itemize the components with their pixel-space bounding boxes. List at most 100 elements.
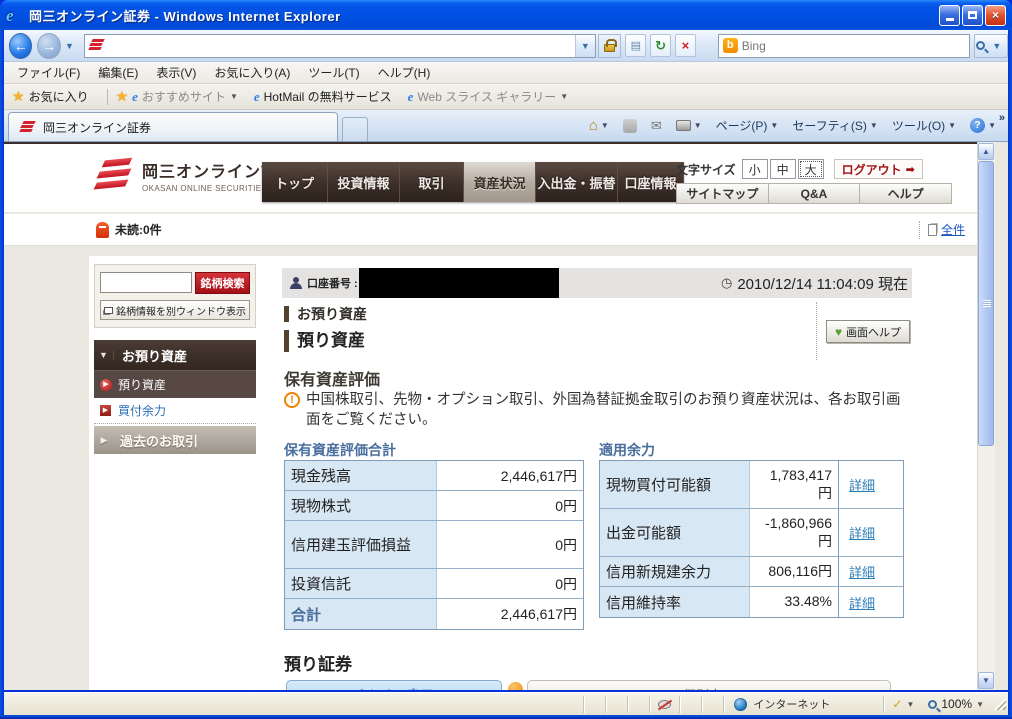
account-number-label: 口座番号 :: [307, 278, 358, 290]
notice-text: 中国株取引、先物・オプション取引、外国為替証拠金取引のお預り資産状況は、各お取引…: [306, 392, 901, 428]
nav-invest-info[interactable]: 投資情報: [328, 162, 400, 202]
qa-button[interactable]: Q&A: [769, 184, 861, 203]
close-button[interactable]: ×: [985, 4, 1006, 26]
help-button[interactable]: ヘルプ: [860, 184, 951, 203]
scroll-up-button[interactable]: ▲: [978, 143, 994, 160]
home-button[interactable]: ⌂ ▼: [583, 114, 615, 137]
feeds-button[interactable]: [617, 116, 643, 136]
safety-menu-button[interactable]: セーフティ(S) ▼: [786, 114, 883, 137]
help-icon: ?: [970, 118, 986, 133]
home-icon: ⌂: [588, 117, 598, 134]
toolbar-overflow-chevron[interactable]: »: [996, 112, 1008, 124]
list-page-icon: [927, 223, 937, 236]
site-header: 岡三オンライン証券 OKASAN ONLINE SECURITIES トップ 投…: [4, 142, 977, 212]
protected-mode-control[interactable]: ✓ ▼: [884, 697, 922, 711]
menu-edit[interactable]: 編集(E): [89, 62, 147, 83]
favorites-button[interactable]: お気に入り: [29, 88, 89, 105]
ssl-lock-icon[interactable]: [597, 33, 622, 58]
stock-search-button[interactable]: 銘柄検索: [195, 272, 250, 294]
menu-tools[interactable]: ツール(T): [299, 62, 368, 83]
detail-link[interactable]: 詳細: [849, 475, 875, 494]
title-bar[interactable]: e 岡三オンライン証券 - Windows Internet Explorer …: [0, 0, 1012, 30]
sidebar-item-deposit-assets[interactable]: ▶ 預り資産: [94, 370, 256, 398]
zoom-control[interactable]: 100% ▼: [922, 697, 990, 711]
menu-favorites[interactable]: お気に入り(A): [205, 62, 299, 83]
table-row: 信用新規建余力 806,116円 詳細: [600, 557, 903, 587]
page-menu-button[interactable]: ページ(P) ▼: [710, 114, 785, 137]
tab-grouped-view[interactable]: まとめて表示: [286, 680, 502, 690]
scroll-down-button[interactable]: ▼: [978, 672, 994, 689]
active-tab[interactable]: 岡三オンライン証券: [8, 112, 338, 141]
compatibility-view-button[interactable]: ▤: [625, 34, 647, 57]
search-input[interactable]: [741, 38, 969, 53]
tab-individual-view[interactable]: 個別表示: [527, 680, 891, 690]
nav-trade[interactable]: 取引: [400, 162, 464, 202]
detail-link[interactable]: 詳細: [849, 523, 875, 542]
suggested-sites-link[interactable]: e おすすめサイト ▼: [132, 88, 238, 105]
all-messages-link[interactable]: 全件: [941, 221, 965, 238]
add-favorite-icon[interactable]: ★: [116, 88, 129, 105]
scrollbar-thumb[interactable]: [978, 161, 994, 446]
stock-search-panel: 銘柄検索 銘柄情報を別ウィンドウ表示: [94, 264, 256, 328]
vertical-scrollbar[interactable]: ▲ ▼: [977, 142, 995, 690]
text-size-large-button[interactable]: 大: [797, 159, 824, 179]
nav-top[interactable]: トップ: [262, 162, 328, 202]
timestamp: 2010/12/14 11:04:09 現在: [737, 275, 908, 293]
zoom-level: 100%: [941, 697, 973, 711]
address-input[interactable]: [107, 35, 575, 56]
address-bar[interactable]: ▼: [83, 33, 596, 58]
nav-assets[interactable]: 資産状況: [464, 162, 536, 202]
page-viewport: 岡三オンライン証券 OKASAN ONLINE SECURITIES トップ 投…: [4, 142, 977, 690]
tools-menu-button[interactable]: ツール(O) ▼: [886, 114, 962, 137]
warning-icon: !: [284, 392, 300, 408]
arrow-right-icon: ▶: [100, 378, 112, 391]
minimize-button[interactable]: [939, 4, 960, 26]
resize-grip[interactable]: [994, 698, 1006, 710]
new-tab-button[interactable]: [342, 117, 368, 141]
maximize-button[interactable]: [962, 4, 983, 26]
print-button[interactable]: ▼: [670, 117, 708, 134]
detail-link[interactable]: 詳細: [849, 593, 875, 612]
detail-link[interactable]: 詳細: [849, 562, 875, 581]
notice: ! 中国株取引、先物・オプション取引、外国為替証拠金取引のお預り資産状況は、各お…: [284, 390, 908, 430]
stop-button[interactable]: ×: [674, 34, 696, 57]
margin-table: 現物買付可能額 1,783,417円 詳細 出金可能額 -1,860,966円 …: [599, 460, 904, 618]
history-dropdown-icon[interactable]: ▼: [61, 41, 78, 51]
site-nav: トップ 投資情報 取引 資産状況 入出金・振替 口座情報: [262, 162, 684, 202]
text-size-medium-button[interactable]: 中: [769, 159, 796, 179]
search-dropdown-icon[interactable]: ▼: [988, 41, 1005, 51]
address-dropdown-icon[interactable]: ▼: [574, 34, 595, 57]
text-size-small-button[interactable]: 小: [741, 159, 768, 179]
forward-button[interactable]: →: [37, 32, 61, 59]
nav-deposit-transfer[interactable]: 入出金・振替: [536, 162, 618, 202]
screen-help-button[interactable]: ♥ 画面ヘルプ: [826, 320, 910, 343]
web-slice-gallery-link[interactable]: e Web スライス ギャラリー ▼: [408, 88, 568, 105]
favorites-bar: ★ お気に入り ★ e おすすめサイト ▼ e HotMail の無料サービス e…: [4, 84, 1008, 110]
utility-area: 文字サイズ 小 中 大 ログアウト ➡ サイトマップ Q&A ヘルプ: [676, 158, 952, 204]
stock-search-input[interactable]: [100, 272, 192, 293]
menu-view[interactable]: 表示(V): [147, 62, 205, 83]
heart-icon: ♥: [834, 324, 843, 339]
back-button[interactable]: ←: [9, 32, 33, 59]
search-box[interactable]: b: [717, 33, 970, 58]
refresh-button[interactable]: ↻: [650, 34, 671, 57]
sidebar-header-assets[interactable]: ▼ お預り資産: [94, 340, 256, 370]
search-button[interactable]: ▼: [973, 33, 1008, 58]
menu-bar: ファイル(F) 編集(E) 表示(V) お気に入り(A) ツール(T) ヘルプ(…: [4, 62, 1008, 84]
arrow-right-icon: ▶: [100, 405, 111, 416]
nav-account-info[interactable]: 口座情報: [618, 162, 684, 202]
summary-table: 現金残高 2,446,617円 現物株式 0円 信用建玉評価損益 0円 投資信託…: [284, 460, 584, 630]
table-row: 現物買付可能額 1,783,417円 詳細: [600, 461, 903, 509]
sidebar-item-buying-power[interactable]: ▶ 買付余力: [94, 398, 256, 424]
open-new-window-button[interactable]: 銘柄情報を別ウィンドウ表示: [100, 300, 250, 320]
navigation-toolbar: ← → ▼ ▼ ▤ ↻ × b ▼: [4, 30, 1008, 62]
menu-help[interactable]: ヘルプ(H): [369, 62, 440, 83]
new-window-icon: [104, 306, 113, 314]
hotmail-link[interactable]: e HotMail の無料サービス: [254, 88, 392, 105]
read-mail-button[interactable]: ✉: [645, 115, 668, 137]
logout-button[interactable]: ログアウト ➡: [833, 159, 923, 179]
menu-file[interactable]: ファイル(F): [8, 62, 89, 83]
sidebar-item-past-transactions[interactable]: ▶ 過去のお取引: [94, 426, 256, 454]
margin-table-title: 適用余力: [599, 442, 655, 458]
sitemap-button[interactable]: サイトマップ: [677, 184, 769, 203]
